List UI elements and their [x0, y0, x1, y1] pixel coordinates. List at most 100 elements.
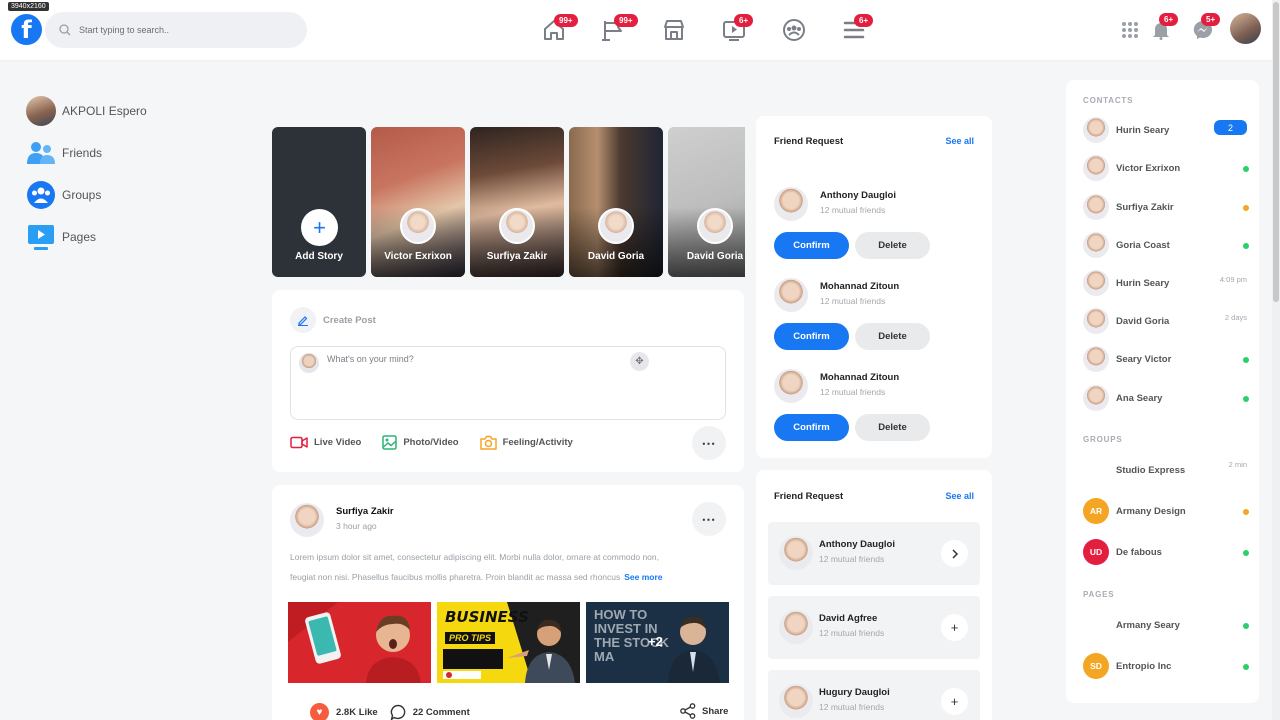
group-item[interactable]: Studio Express 2 min [1083, 457, 1247, 483]
friend-suggestion-item[interactable]: Hugury Daugloi 12 mutual friends + [768, 670, 980, 720]
contact-item[interactable]: Seary Victor [1083, 346, 1249, 372]
contact-avatar [1083, 117, 1109, 143]
post-author-name[interactable]: Surfiya Zakir [336, 506, 394, 517]
sidebar-item-friends[interactable]: Friends [26, 138, 147, 168]
apps-button[interactable] [1116, 16, 1144, 44]
contact-name: Hurin Seary [1116, 278, 1170, 289]
see-all-link[interactable]: See all [945, 491, 974, 501]
notifications-button[interactable]: 6+ [1147, 13, 1179, 44]
friend-request-item: Mohannad Zitoun 12 mutual friends Confir… [774, 369, 974, 449]
contact-item[interactable]: Goria Coast [1083, 232, 1249, 258]
nav-groups[interactable] [777, 14, 811, 46]
contact-avatar [1083, 155, 1109, 181]
post-image[interactable]: HOW TO INVEST IN THE STOCK MA +2 [586, 602, 729, 683]
post-image[interactable]: BUSINESS PRO TIPS [437, 602, 580, 683]
create-post-card: Create Post ✥ Live Video Photo/Video Fee… [272, 290, 744, 472]
mutual-friends: 12 mutual friends [820, 205, 886, 215]
store-icon [664, 20, 684, 40]
delete-button[interactable]: Delete [855, 323, 930, 350]
nav-video[interactable]: 6+ [717, 14, 754, 46]
groups-nav-icon [783, 19, 805, 41]
story-avatar [598, 208, 634, 244]
chevron-right-icon[interactable] [941, 540, 968, 567]
page-item[interactable]: SD Entropio Inc [1083, 653, 1249, 679]
contact-item[interactable]: Hurin Seary 2 [1083, 117, 1247, 143]
search-input[interactable] [79, 25, 279, 35]
friend-suggestion-item[interactable]: David Agfree 12 mutual friends + [768, 596, 980, 659]
more-images-count[interactable]: +2 [648, 634, 663, 649]
facebook-logo[interactable]: f [11, 14, 42, 45]
top-bar: 3940x2160 f 99+ 99+ 6+ 6+ 6+ 5+ [0, 0, 1272, 60]
search-bar[interactable] [45, 12, 307, 48]
composer-avatar [299, 353, 319, 373]
share-button[interactable]: Share [680, 703, 728, 719]
story-name: Surfiya Zakir [486, 251, 548, 262]
photo-video-button[interactable]: Photo/Video [382, 435, 459, 450]
sidebar-item-profile[interactable]: AKPOLI Espero [26, 96, 147, 126]
post-more-button[interactable]: ⋯ [692, 502, 726, 536]
story-card[interactable]: Victor Exrixon [371, 127, 465, 277]
post-author-avatar[interactable] [290, 503, 324, 537]
friend-request-item: Mohannad Zitoun 12 mutual friends Confir… [774, 278, 974, 358]
likes-count[interactable]: 2.8K Like [336, 707, 378, 718]
confirm-button[interactable]: Confirm [774, 323, 849, 350]
delete-button[interactable]: Delete [855, 414, 930, 441]
live-video-button[interactable]: Live Video [290, 436, 361, 449]
more-options-button[interactable]: ⋯ [692, 426, 726, 460]
friend-avatar[interactable] [774, 187, 808, 221]
see-all-link[interactable]: See all [945, 136, 974, 146]
post-composer[interactable]: ✥ [290, 346, 726, 420]
see-more-link[interactable]: See more [624, 572, 662, 582]
friend-avatar[interactable] [774, 278, 808, 312]
sidebar-item-groups[interactable]: Groups [26, 180, 147, 210]
contact-item[interactable]: David Goria 2 days [1083, 308, 1247, 334]
nav-home[interactable]: 99+ [537, 14, 578, 46]
confirm-button[interactable]: Confirm [774, 414, 849, 441]
post-reactions: ♥ 2.8K Like 22 Comment [310, 703, 470, 720]
friend-name[interactable]: Mohannad Zitoun [820, 281, 899, 292]
friend-name[interactable]: Mohannad Zitoun [820, 372, 899, 383]
nav-flag[interactable]: 99+ [597, 14, 638, 46]
create-post-actions: Live Video Photo/Video Feeling/Activity [290, 435, 594, 450]
contact-item[interactable]: Victor Exrixon [1083, 155, 1249, 181]
create-post-header[interactable]: Create Post [290, 307, 376, 333]
page-name: Entropio Inc [1116, 661, 1172, 672]
contact-item[interactable]: Hurin Seary 4:09 pm [1083, 270, 1247, 296]
nav-store[interactable] [657, 14, 691, 46]
plus-icon[interactable]: + [941, 688, 968, 715]
post-textarea[interactable] [327, 354, 707, 409]
messenger-button[interactable]: 5+ [1189, 13, 1221, 44]
friend-avatar[interactable] [774, 369, 808, 403]
comment-icon[interactable] [390, 704, 407, 720]
post-image[interactable] [288, 602, 431, 683]
move-handle-icon[interactable]: ✥ [630, 352, 649, 371]
story-card[interactable]: David Goria [668, 127, 745, 277]
mutual-friends: 12 mutual friends [819, 702, 885, 712]
delete-button[interactable]: Delete [855, 232, 930, 259]
profile-avatar[interactable] [1230, 13, 1261, 44]
scrollbar-thumb[interactable] [1273, 2, 1279, 302]
sidebar-item-pages[interactable]: Pages [26, 222, 147, 252]
plus-icon[interactable]: + [941, 614, 968, 641]
group-item[interactable]: AR Armany Design [1083, 498, 1249, 524]
add-story-card[interactable]: + Add Story [272, 127, 366, 277]
comments-count[interactable]: 22 Comment [413, 707, 470, 718]
plus-icon[interactable]: + [301, 209, 338, 246]
friend-suggestion-item[interactable]: Anthony Daugloi 12 mutual friends [768, 522, 980, 585]
story-card[interactable]: David Goria [569, 127, 663, 277]
contact-item[interactable]: Surfiya Zakir [1083, 194, 1249, 220]
camera-icon [479, 435, 497, 450]
group-name: Armany Design [1116, 506, 1186, 517]
online-status-dot [1243, 357, 1249, 363]
confirm-button[interactable]: Confirm [774, 232, 849, 259]
story-card[interactable]: Surfiya Zakir [470, 127, 564, 277]
feeling-activity-button[interactable]: Feeling/Activity [479, 435, 573, 450]
post-body: Lorem ipsum dolor sit amet, consectetur … [290, 548, 710, 587]
contact-item[interactable]: Ana Seary [1083, 385, 1249, 411]
heart-icon[interactable]: ♥ [310, 703, 329, 720]
friend-name[interactable]: Anthony Daugloi [820, 190, 896, 201]
page-scrollbar[interactable] [1272, 0, 1280, 720]
page-item[interactable]: Armany Seary [1083, 612, 1249, 638]
group-item[interactable]: UD De fabous [1083, 539, 1249, 565]
nav-menu[interactable]: 6+ [837, 14, 874, 46]
